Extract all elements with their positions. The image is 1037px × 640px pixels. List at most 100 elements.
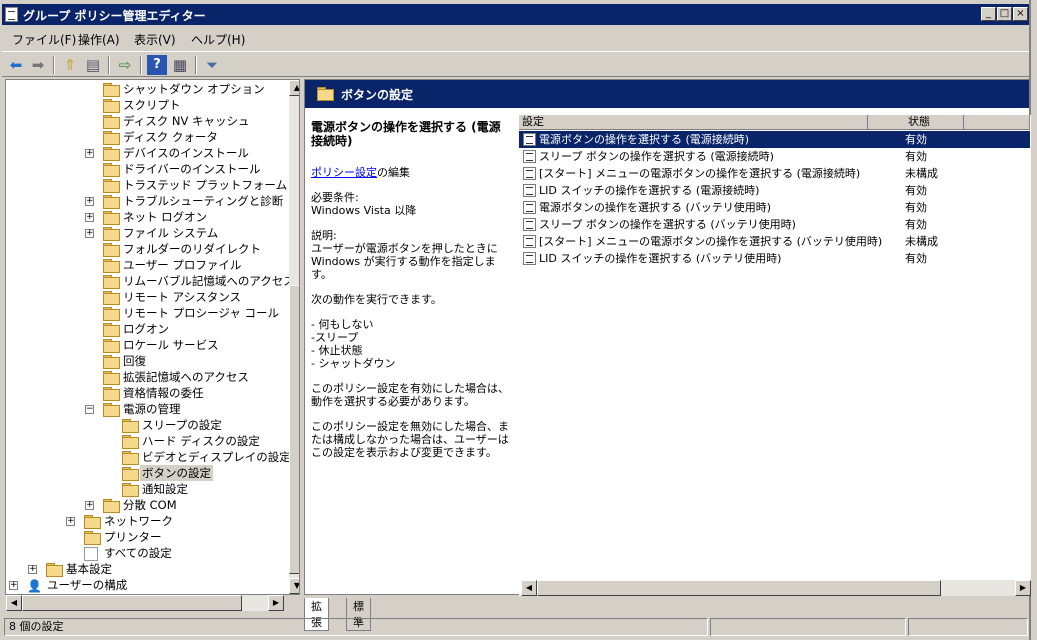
help-icon[interactable]: ? bbox=[147, 55, 167, 75]
tree-item[interactable]: ディスク NV キャッシュ bbox=[6, 113, 289, 129]
expand-icon[interactable]: + bbox=[85, 149, 94, 158]
minimize-button[interactable]: _ bbox=[981, 7, 996, 21]
close-button[interactable]: × bbox=[1013, 7, 1028, 21]
export-list-icon[interactable]: ⇨ bbox=[115, 55, 135, 75]
forward-icon[interactable]: ➡ bbox=[28, 55, 48, 75]
expand-icon[interactable]: + bbox=[66, 517, 75, 526]
policy-settings-link[interactable]: ポリシー設定 bbox=[311, 166, 377, 179]
list-item[interactable]: 電源ボタンの操作を選択する (電源接続時) 有効 bbox=[519, 131, 1030, 148]
list-horizontal-scrollbar[interactable]: ◀ ▶ bbox=[521, 580, 1031, 596]
folder-icon bbox=[103, 243, 120, 257]
tree-horizontal-scrollbar[interactable]: ◀ ▶ bbox=[6, 595, 284, 611]
tree-item[interactable]: + 基本設定 bbox=[6, 561, 289, 577]
setting-name: LID スイッチの操作を選択する (バッテリ使用時) bbox=[539, 252, 782, 265]
up-folder-icon[interactable]: ⇑ bbox=[60, 55, 80, 75]
tree-item[interactable]: + 分散 COM bbox=[6, 497, 289, 513]
tree-item[interactable]: スクリプト bbox=[6, 97, 289, 113]
column-header-setting[interactable]: 設定 bbox=[519, 115, 868, 130]
policy-title: 電源ボタンの操作を選択する (電源接続時) bbox=[311, 120, 501, 148]
list-item[interactable]: 電源ボタンの操作を選択する (バッテリ使用時) 有効 bbox=[519, 199, 1030, 216]
title-bar[interactable]: グループ ポリシー管理エディター _ □ × bbox=[2, 4, 1029, 25]
tree-item[interactable]: フォルダーのリダイレクト bbox=[6, 241, 289, 257]
tree-item[interactable]: リモート プロシージャ コール bbox=[6, 305, 289, 321]
tree-item[interactable]: すべての設定 bbox=[6, 545, 289, 561]
tree-item-label: ハード ディスクの設定 bbox=[142, 434, 260, 448]
tree-item[interactable]: ビデオとディスプレイの設定 bbox=[6, 449, 291, 465]
tree-item[interactable]: ロケール サービス bbox=[6, 337, 289, 353]
maximize-button[interactable]: □ bbox=[997, 7, 1012, 21]
list-item[interactable]: スリープ ボタンの操作を選択する (電源接続時) 有効 bbox=[519, 148, 1030, 165]
status-text: 8 個の設定 bbox=[4, 618, 708, 636]
tree-item[interactable]: + ネットワーク bbox=[6, 513, 289, 529]
tree-item[interactable]: − 電源の管理 bbox=[6, 401, 289, 417]
tree-item[interactable]: + 👤 ユーザーの構成 bbox=[6, 577, 289, 593]
tree-item[interactable]: リムーバブル記憶域へのアクセス bbox=[6, 273, 295, 289]
menu-help[interactable]: ヘルプ(H) bbox=[191, 31, 245, 48]
back-icon[interactable]: ⬅ bbox=[6, 55, 26, 75]
expand-icon[interactable]: + bbox=[28, 565, 37, 574]
tree-item-label: デバイスのインストール bbox=[123, 146, 249, 160]
list-item[interactable]: スリープ ボタンの操作を選択する (バッテリ使用時) 有効 bbox=[519, 216, 1030, 233]
scroll-down-button[interactable]: ▼ bbox=[289, 578, 299, 594]
list-item[interactable]: LID スイッチの操作を選択する (電源接続時) 有効 bbox=[519, 182, 1030, 199]
scroll-thumb[interactable] bbox=[537, 580, 941, 596]
scroll-right-button[interactable]: ▶ bbox=[268, 595, 284, 611]
list-item[interactable]: LID スイッチの操作を選択する (バッテリ使用時) 有効 bbox=[519, 250, 1030, 267]
list-item[interactable]: [スタート] メニューの電源ボタンの操作を選択する (電源接続時) 未構成 bbox=[519, 165, 1030, 182]
tree-item[interactable]: + デバイスのインストール bbox=[6, 145, 289, 161]
scroll-left-button[interactable]: ◀ bbox=[6, 595, 22, 611]
expand-icon[interactable]: + bbox=[85, 229, 94, 238]
filter-icon[interactable]: ⏷ bbox=[202, 55, 222, 75]
tree-vertical-scrollbar[interactable]: ▲ ▼ bbox=[289, 80, 299, 594]
tree-item[interactable]: ログオン bbox=[6, 321, 289, 337]
expand-icon[interactable]: + bbox=[85, 501, 94, 510]
tree-item[interactable]: + ファイル システム bbox=[6, 225, 289, 241]
properties-icon[interactable]: ▦ bbox=[170, 55, 190, 75]
folder-icon bbox=[103, 275, 120, 289]
policy-setting-icon bbox=[523, 252, 536, 265]
tree-item[interactable]: シャットダウン オプション bbox=[6, 81, 289, 97]
tree-item-label: トラブルシューティングと診断 bbox=[123, 194, 284, 208]
tree-item[interactable]: ボタンの設定 bbox=[6, 465, 289, 481]
scroll-right-button[interactable]: ▶ bbox=[1015, 580, 1031, 596]
tree-item[interactable]: スリープの設定 bbox=[6, 417, 289, 433]
enabled-note: このポリシー設定を有効にした場合は、動作を選択する必要があります。 bbox=[311, 382, 509, 408]
tree-item[interactable]: リモート アシスタンス bbox=[6, 289, 289, 305]
list-item[interactable]: [スタート] メニューの電源ボタンの操作を選択する (バッテリ使用時) 未構成 bbox=[519, 233, 1030, 250]
user-config-icon: 👤 bbox=[27, 579, 42, 593]
tree-item[interactable]: ユーザー プロファイル bbox=[6, 257, 289, 273]
expand-icon[interactable]: + bbox=[9, 581, 18, 590]
menu-view[interactable]: 表示(V) bbox=[134, 31, 176, 48]
status-bar: 8 個の設定 bbox=[2, 617, 1029, 637]
scroll-left-button[interactable]: ◀ bbox=[521, 580, 537, 596]
tree-item[interactable]: 拡張記憶域へのアクセス bbox=[6, 369, 289, 385]
tree-item[interactable]: トラステッド プラットフォーム モジュ bbox=[6, 177, 299, 193]
collapse-icon[interactable]: − bbox=[85, 405, 94, 414]
window-title: グループ ポリシー管理エディター bbox=[23, 9, 206, 23]
column-header-empty[interactable] bbox=[964, 115, 1030, 130]
tree-item[interactable]: プリンター bbox=[6, 529, 289, 545]
details-header-title: ボタンの設定 bbox=[341, 88, 414, 102]
folder-icon bbox=[103, 211, 120, 225]
tree-item[interactable]: ディスク クォータ bbox=[6, 129, 289, 145]
tree-item[interactable]: 通知設定 bbox=[6, 481, 289, 497]
tree-item[interactable]: + トラブルシューティングと診断 bbox=[6, 193, 289, 209]
tree-item-label: ユーザー プロファイル bbox=[123, 258, 242, 272]
expand-icon[interactable]: + bbox=[85, 213, 94, 222]
folder-icon bbox=[122, 435, 139, 449]
column-header-state[interactable]: 状態 bbox=[868, 115, 964, 130]
tree-item[interactable]: ハード ディスクの設定 bbox=[6, 433, 289, 449]
tree-item-label: ログオン bbox=[123, 322, 169, 336]
menu-action[interactable]: 操作(A) bbox=[78, 31, 120, 48]
menu-file[interactable]: ファイル(F) bbox=[12, 31, 76, 48]
tree-item-label: 分散 COM bbox=[123, 498, 177, 512]
expand-icon[interactable]: + bbox=[85, 197, 94, 206]
tree-item[interactable]: ドライバーのインストール bbox=[6, 161, 289, 177]
tree-item[interactable]: 回復 bbox=[6, 353, 289, 369]
scroll-thumb[interactable] bbox=[22, 595, 242, 611]
tree-item[interactable]: 資格情報の委任 bbox=[6, 385, 289, 401]
tree-item[interactable]: + ネット ログオン bbox=[6, 209, 289, 225]
scroll-up-button[interactable]: ▲ bbox=[289, 80, 299, 96]
scroll-thumb[interactable] bbox=[289, 285, 299, 574]
show-hide-tree-icon[interactable]: ▤ bbox=[83, 55, 103, 75]
